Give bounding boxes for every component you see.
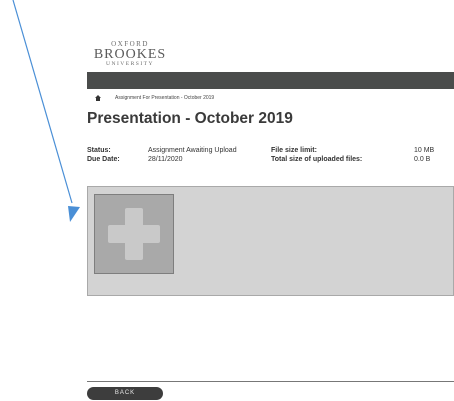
status-label: Status: (87, 147, 111, 154)
top-navbar (87, 72, 454, 89)
due-date-value: 28/11/2020 (148, 156, 183, 163)
breadcrumb-current[interactable]: Assignment For Presentation - October 20… (115, 95, 214, 101)
total-size-value: 0.0 B (414, 156, 431, 163)
add-file-button[interactable] (94, 194, 174, 274)
due-date-label: Due Date: (87, 156, 120, 163)
footer-divider (87, 381, 454, 382)
back-button[interactable]: BACK (87, 387, 163, 400)
status-value: Assignment Awaiting Upload (148, 147, 237, 154)
file-size-limit-label: File size limit: (271, 147, 317, 154)
logo-line-brookes: BROOKES (93, 47, 167, 62)
logo-line-university: UNIVERSITY (106, 61, 154, 67)
page-title: Presentation - October 2019 (87, 110, 293, 127)
total-size-label: Total size of uploaded files: (271, 156, 363, 163)
university-logo: OXFORD BROOKES UNIVERSITY (90, 40, 170, 68)
file-size-limit-value: 10 MB (414, 147, 435, 154)
home-icon[interactable] (95, 95, 101, 101)
breadcrumb: Assignment For Presentation - October 20… (95, 95, 214, 101)
